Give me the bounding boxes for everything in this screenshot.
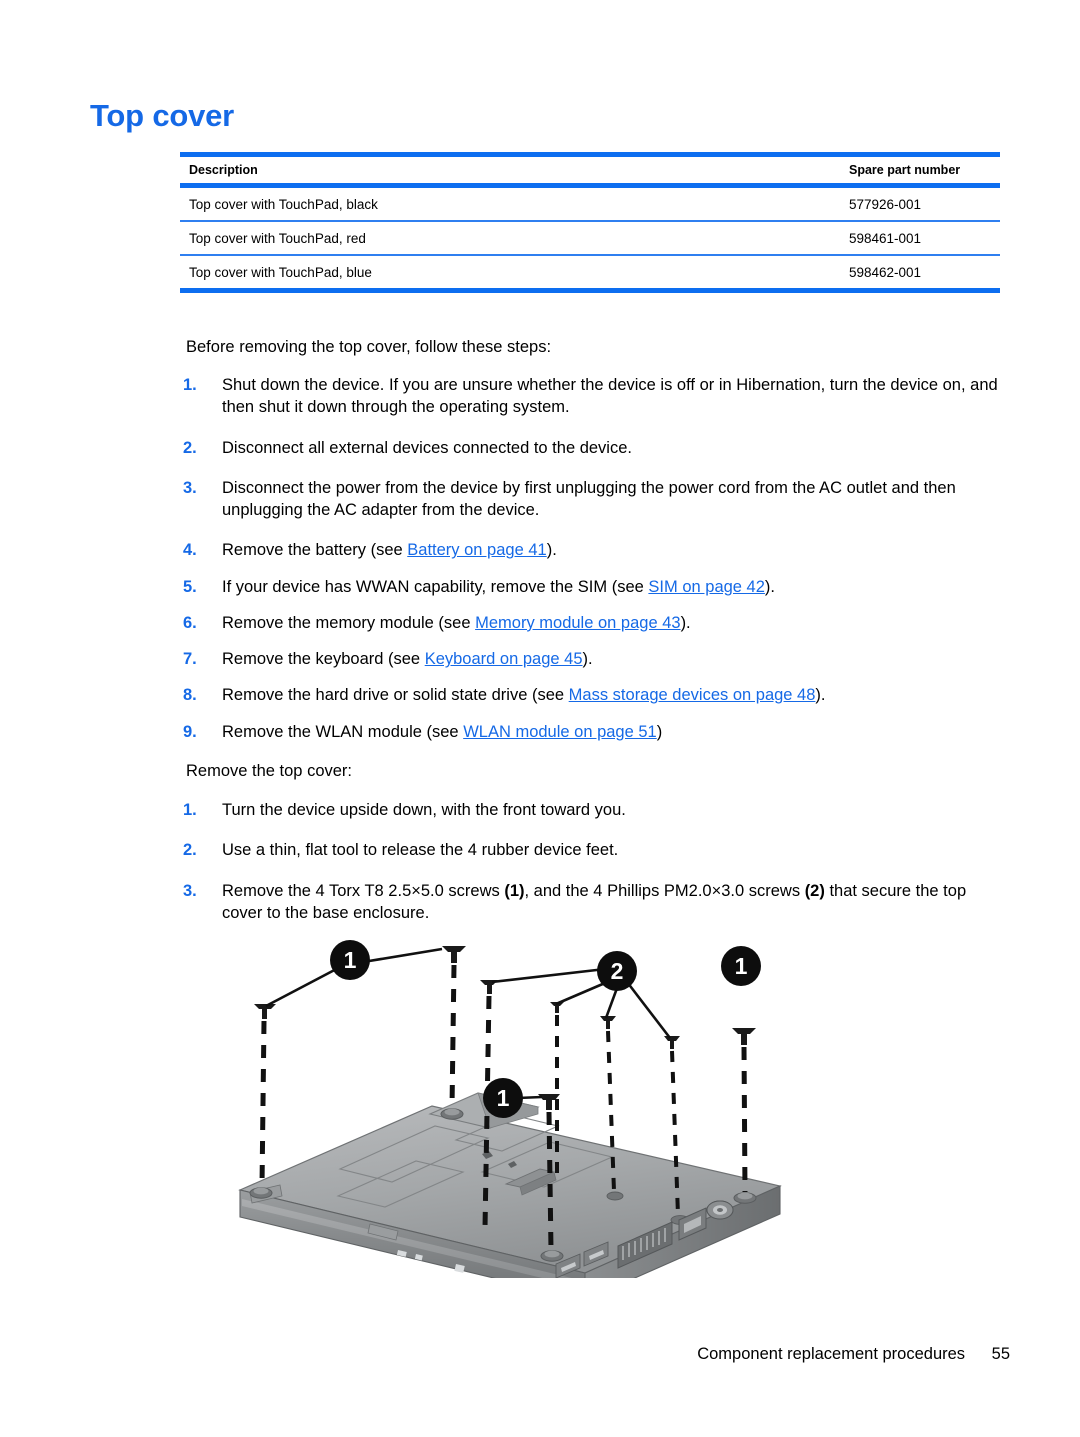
callout-reference-1: (1) (504, 881, 525, 900)
cell-description: Top cover with TouchPad, blue (189, 264, 372, 280)
list-item-number: 2. (183, 438, 197, 457)
step-segment: , and the 4 Phillips PM2.0×3.0 screws (524, 881, 805, 900)
cross-reference-link-battery[interactable]: Battery on page 41 (407, 541, 546, 559)
text-after-link: ) (656, 722, 663, 741)
step-segment: Remove the 4 Torx T8 2.5×5.0 screws (222, 881, 505, 900)
callout-bubbles: 1 2 1 1 (330, 940, 761, 1118)
list-item-number: 6. (183, 613, 197, 632)
cross-reference-link-memory-module[interactable]: Memory module on page 43 (475, 614, 680, 632)
list-item: 7. Remove the keyboard (see Keyboard on … (180, 648, 1010, 670)
text-before-link: Remove the battery (see (222, 541, 408, 560)
list-item-text: Disconnect all external devices connecte… (222, 438, 632, 457)
cross-reference-link-sim[interactable]: SIM on page 42 (648, 578, 765, 596)
document-page: Top cover Description Spare part number … (0, 0, 1080, 1437)
list-item-number: 1. (183, 801, 197, 819)
list-item-number: 3. (183, 478, 197, 497)
list-item: 9. Remove the WLAN module (see WLAN modu… (180, 721, 1010, 743)
table-bottom-rule (180, 288, 1000, 293)
list-item: 8. Remove the hard drive or solid state … (180, 684, 1010, 706)
removal-intro-paragraph: Remove the top cover: (186, 762, 352, 780)
text-after-link: ). (764, 577, 775, 596)
list-item-text: Turn the device upside down, with the fr… (222, 801, 626, 819)
list-item-number: 5. (183, 577, 197, 596)
list-item-number: 7. (183, 650, 197, 669)
svg-text:2: 2 (611, 958, 624, 984)
list-item-text: Remove the memory module (see Memory mod… (222, 612, 1010, 634)
table-row: Top cover with TouchPad, blue 598462-001 (180, 256, 1000, 288)
list-item: 3. Remove the 4 Torx T8 2.5×5.0 screws (… (180, 880, 1010, 925)
page-title: Top cover (90, 98, 235, 133)
column-header-description: Description (189, 163, 258, 177)
list-item-text: Remove the keyboard (see Keyboard on pag… (222, 648, 1010, 670)
cross-reference-link-mass-storage-devices[interactable]: Mass storage devices on page 48 (569, 686, 816, 704)
list-item-number: 4. (183, 541, 197, 560)
cell-spare-part-number: 577926-001 (849, 196, 922, 212)
callout-reference-2: (2) (804, 881, 825, 900)
list-item-text: Remove the battery (see Battery on page … (222, 539, 1010, 561)
text-before-link: Remove the hard drive or solid state dri… (222, 686, 569, 705)
removal-steps-list: 1. Turn the device upside down, with the… (180, 799, 1010, 942)
list-item-text: Remove the hard drive or solid state dri… (222, 684, 1010, 706)
page-footer: Component replacement procedures 55 (0, 1345, 1010, 1364)
list-item-text: Use a thin, flat tool to release the 4 r… (222, 841, 619, 860)
text-after-link: ). (546, 541, 557, 560)
text-before-link: Remove the memory module (see (222, 613, 476, 632)
svg-text:1: 1 (735, 953, 748, 979)
list-item-number: 3. (183, 881, 197, 900)
list-item-text: Remove the 4 Torx T8 2.5×5.0 screws (1),… (222, 880, 1010, 925)
list-item-number: 2. (183, 841, 197, 860)
svg-text:1: 1 (344, 947, 357, 973)
intro-paragraph: Before removing the top cover, follow th… (186, 338, 552, 356)
list-item: 2. Use a thin, flat tool to release the … (180, 839, 1010, 861)
text-before-link: Remove the WLAN module (see (222, 722, 464, 741)
list-item: 5. If your device has WWAN capability, r… (180, 576, 1010, 598)
device-bottom-illustration: 1 2 1 1 (220, 928, 790, 1278)
list-item: 2. Disconnect all external devices conne… (180, 437, 1010, 459)
list-item: 3. Disconnect the power from the device … (180, 477, 1010, 522)
cell-description: Top cover with TouchPad, red (189, 230, 366, 246)
text-before-link: Remove the keyboard (see (222, 650, 425, 669)
list-item-number: 8. (183, 686, 197, 705)
list-item: 1. Shut down the device. If you are unsu… (180, 374, 1010, 419)
list-item-number: 9. (183, 722, 197, 741)
text-after-link: ). (582, 650, 593, 669)
list-item-text: Remove the WLAN module (see WLAN module … (222, 721, 1010, 743)
list-item-text: Shut down the device. If you are unsure … (222, 376, 998, 417)
list-item: 4. Remove the battery (see Battery on pa… (180, 539, 1010, 561)
cell-spare-part-number: 598461-001 (849, 230, 922, 246)
footer-title: Component replacement procedures (697, 1345, 966, 1363)
preparation-steps-list: 1. Shut down the device. If you are unsu… (180, 374, 1010, 757)
spare-parts-table: Description Spare part number Top cover … (180, 152, 1000, 293)
cross-reference-link-wlan-module[interactable]: WLAN module on page 51 (463, 723, 657, 741)
footer-page-number: 55 (991, 1345, 1010, 1363)
text-after-link: ). (815, 686, 826, 705)
cell-description: Top cover with TouchPad, black (189, 196, 378, 212)
list-item-text: If your device has WWAN capability, remo… (222, 576, 1010, 598)
cell-spare-part-number: 598462-001 (849, 264, 922, 280)
text-before-link: If your device has WWAN capability, remo… (222, 577, 649, 596)
table-header-row: Description Spare part number (180, 157, 1000, 183)
table-row: Top cover with TouchPad, black 577926-00… (180, 188, 1000, 220)
column-header-spare-part-number: Spare part number (849, 163, 961, 177)
text-after-link: ). (680, 613, 691, 632)
illustration-svg: 1 2 1 1 (238, 940, 782, 1278)
svg-text:1: 1 (497, 1085, 510, 1111)
list-item: 1. Turn the device upside down, with the… (180, 799, 1010, 821)
cross-reference-link-keyboard[interactable]: Keyboard on page 45 (425, 650, 583, 668)
table-row: Top cover with TouchPad, red 598461-001 (180, 222, 1000, 254)
list-item-text: Disconnect the power from the device by … (222, 478, 956, 520)
list-item-number: 1. (183, 376, 197, 394)
list-item: 6. Remove the memory module (see Memory … (180, 612, 1010, 634)
